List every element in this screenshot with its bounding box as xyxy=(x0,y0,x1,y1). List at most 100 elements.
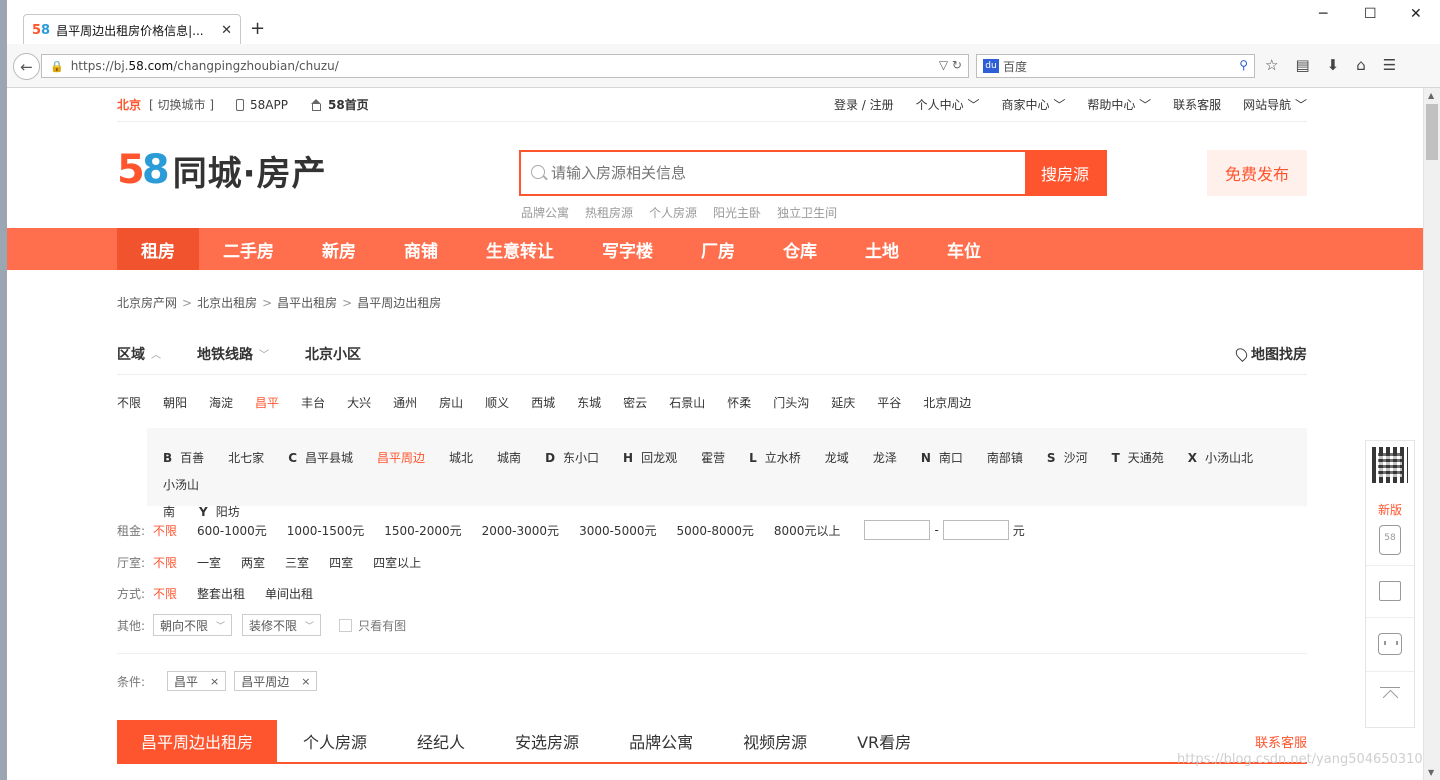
sub-area-item[interactable]: 昌平周边 xyxy=(377,445,425,472)
sub-area-item[interactable]: 立水桥 xyxy=(765,445,801,472)
district-item[interactable]: 门头沟 xyxy=(773,394,809,411)
district-item[interactable]: 石景山 xyxy=(669,394,705,411)
minimize-icon[interactable]: ─ xyxy=(1319,6,1327,22)
tab-community[interactable]: 北京小区 xyxy=(305,344,361,364)
scroll-down-icon[interactable]: ▼ xyxy=(1428,768,1434,777)
breadcrumb-item[interactable]: 昌平周边出租房 xyxy=(357,296,441,310)
rent-option[interactable]: 5000-8000元 xyxy=(676,522,753,539)
rent-option[interactable]: 1500-2000元 xyxy=(384,522,461,539)
breadcrumb-item[interactable]: 昌平出租房 xyxy=(277,296,337,310)
district-item[interactable]: 东城 xyxy=(577,394,601,411)
scroll-thumb[interactable] xyxy=(1426,104,1438,160)
nav-item-new[interactable]: 新房 xyxy=(298,228,380,270)
decoration-select[interactable]: 装修不限 ﹀ xyxy=(242,614,322,636)
house-search-input[interactable] xyxy=(521,152,1025,194)
tab-agent[interactable]: 经纪人 xyxy=(417,720,465,762)
back-arrow-icon[interactable]: ← xyxy=(13,53,40,80)
district-item[interactable]: 北京周边 xyxy=(923,394,971,411)
condition-tag[interactable]: 昌平 × xyxy=(167,671,227,691)
rooms-option[interactable]: 一室 xyxy=(197,554,221,571)
nav-item-rent[interactable]: 租房 xyxy=(117,228,199,270)
close-window-icon[interactable]: ✕ xyxy=(1410,6,1422,22)
site-nav-menu[interactable]: 网站导航 ﹀ xyxy=(1243,96,1307,113)
sub-area-item[interactable]: 南部镇 xyxy=(987,445,1023,472)
sub-area-item[interactable]: 小汤山 xyxy=(163,472,199,499)
district-item[interactable]: 密云 xyxy=(623,394,647,411)
menu-icon[interactable]: ☰ xyxy=(1383,56,1396,74)
district-item[interactable]: 顺义 xyxy=(485,394,509,411)
home-icon[interactable]: ⌂ xyxy=(1356,56,1366,74)
baidu-icon[interactable]: du xyxy=(983,59,999,73)
rooms-option[interactable]: 两室 xyxy=(241,554,265,571)
district-item[interactable]: 平谷 xyxy=(877,394,901,411)
nav-item-business-transfer[interactable]: 生意转让 xyxy=(462,228,578,270)
browser-search-box[interactable]: du 百度 ⚲ xyxy=(976,54,1255,78)
rooms-option[interactable]: 四室以上 xyxy=(373,554,421,571)
district-item[interactable]: 不限 xyxy=(117,394,141,411)
hot-keyword[interactable]: 独立卫生间 xyxy=(777,204,837,221)
app-link[interactable]: 58APP xyxy=(236,98,288,112)
breadcrumb-item[interactable]: 北京房产网 xyxy=(117,296,177,310)
remove-tag-icon[interactable]: × xyxy=(210,675,219,688)
login-link[interactable]: 登录 / 注册 xyxy=(834,96,894,113)
tab-brand-apartment[interactable]: 品牌公寓 xyxy=(629,720,693,762)
phone-app-icon[interactable]: 58 xyxy=(1379,525,1401,555)
rooms-option[interactable]: 四室 xyxy=(329,554,353,571)
hot-keyword[interactable]: 个人房源 xyxy=(649,204,697,221)
nav-item-parking[interactable]: 车位 xyxy=(923,228,1005,270)
district-item[interactable]: 昌平 xyxy=(255,394,279,411)
search-icon[interactable]: ⚲ xyxy=(1239,58,1248,72)
sub-area-item[interactable]: 龙域 xyxy=(825,445,849,472)
nav-item-office[interactable]: 写字楼 xyxy=(578,228,677,270)
rent-option[interactable]: 3000-5000元 xyxy=(579,522,656,539)
switch-city-link[interactable]: [ 切换城市 ] xyxy=(149,96,214,113)
tab-video[interactable]: 视频房源 xyxy=(743,720,807,762)
district-item[interactable]: 房山 xyxy=(439,394,463,411)
sub-area-item[interactable]: 昌平县城 xyxy=(305,445,353,472)
reload-icon[interactable]: ▽ ↻ xyxy=(939,58,962,72)
district-item[interactable]: 怀柔 xyxy=(727,394,751,411)
tab-all-rentals[interactable]: 昌平周边出租房 xyxy=(117,720,278,762)
rent-option[interactable]: 1000-1500元 xyxy=(287,522,364,539)
merchant-center-menu[interactable]: 商家中心 ﹀ xyxy=(1002,96,1066,113)
district-item[interactable]: 丰台 xyxy=(301,394,325,411)
district-item[interactable]: 朝阳 xyxy=(163,394,187,411)
district-item[interactable]: 延庆 xyxy=(831,394,855,411)
min-rent-input[interactable] xyxy=(864,520,931,540)
sub-area-item[interactable]: 沙河 xyxy=(1064,445,1088,472)
sub-area-item[interactable]: 霍营 xyxy=(701,445,725,472)
remove-tag-icon[interactable]: × xyxy=(301,675,310,688)
edit-icon[interactable] xyxy=(1379,581,1401,601)
nav-item-land[interactable]: 土地 xyxy=(841,228,923,270)
rooms-option[interactable]: 不限 xyxy=(153,554,177,571)
nav-item-warehouse[interactable]: 仓库 xyxy=(759,228,841,270)
sub-area-item[interactable]: 百善 xyxy=(180,445,204,472)
sub-area-item[interactable]: 东小口 xyxy=(563,445,599,472)
rent-option[interactable]: 不限 xyxy=(153,522,177,539)
district-item[interactable]: 西城 xyxy=(531,394,555,411)
star-icon[interactable]: ☆ xyxy=(1265,56,1278,74)
map-search-link[interactable]: 地图找房 xyxy=(1233,344,1307,364)
reading-list-icon[interactable]: ▤ xyxy=(1295,56,1309,74)
personal-center-menu[interactable]: 个人中心 ﹀ xyxy=(916,96,980,113)
nav-item-shop[interactable]: 商铺 xyxy=(380,228,462,270)
sub-area-item[interactable]: 南口 xyxy=(939,445,963,472)
district-item[interactable]: 通州 xyxy=(393,394,417,411)
condition-tag[interactable]: 昌平周边 × xyxy=(234,671,318,691)
breadcrumb-item[interactable]: 北京出租房 xyxy=(197,296,257,310)
mode-option[interactable]: 整套出租 xyxy=(197,585,245,602)
hot-keyword[interactable]: 品牌公寓 xyxy=(521,204,569,221)
tab-vr[interactable]: VR看房 xyxy=(857,720,911,762)
maximize-icon[interactable]: ☐ xyxy=(1364,6,1377,22)
sub-area-item[interactable]: 城北 xyxy=(449,445,473,472)
robot-service-icon[interactable] xyxy=(1378,633,1402,655)
page-scrollbar[interactable]: ▲ ▼ xyxy=(1423,88,1440,780)
hot-keyword[interactable]: 阳光主卧 xyxy=(713,204,761,221)
max-rent-input[interactable] xyxy=(942,520,1009,540)
sub-area-item[interactable]: 回龙观 xyxy=(641,445,677,472)
new-version-label[interactable]: 新版 xyxy=(1366,501,1414,518)
tab-verified[interactable]: 安选房源 xyxy=(515,720,579,762)
back-to-top-icon[interactable] xyxy=(1380,687,1400,705)
sub-area-item[interactable]: 北七家 xyxy=(228,445,264,472)
tab-subway[interactable]: 地铁线路 ﹀ xyxy=(197,344,269,364)
